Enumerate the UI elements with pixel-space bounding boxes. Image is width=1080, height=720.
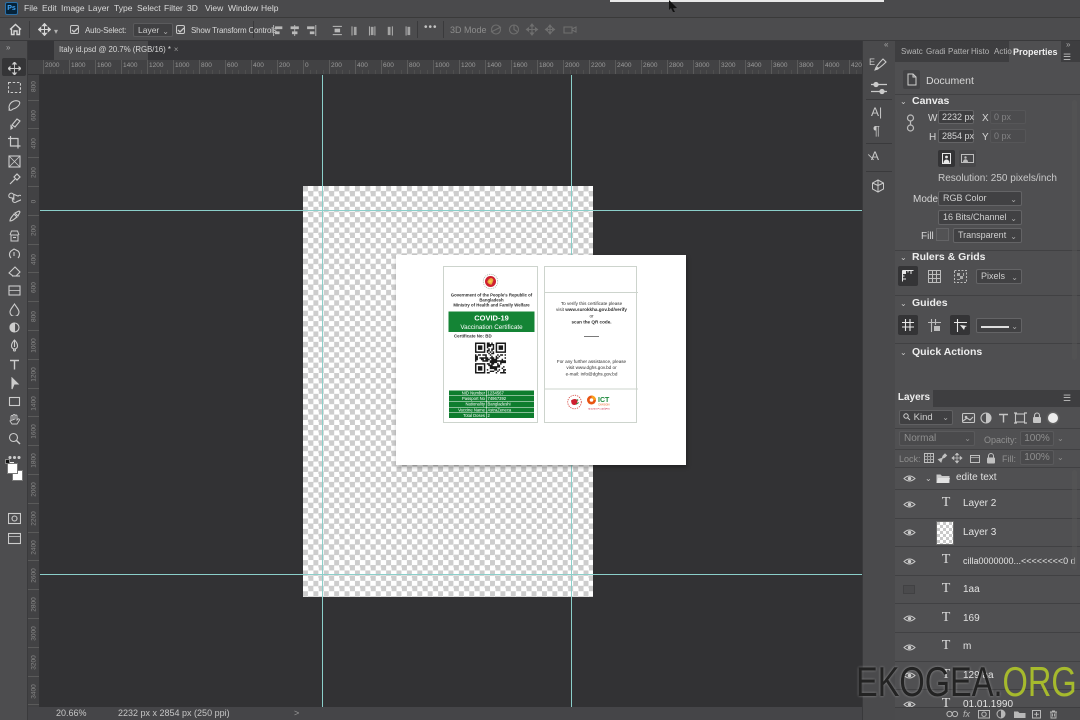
- svg-text:fx: fx: [963, 709, 971, 719]
- svg-text:DIVISION: DIVISION: [599, 404, 610, 407]
- svg-text:বাঙলাদেশ কোমিশন: বাঙলাদেশ কোমিশন: [587, 407, 610, 411]
